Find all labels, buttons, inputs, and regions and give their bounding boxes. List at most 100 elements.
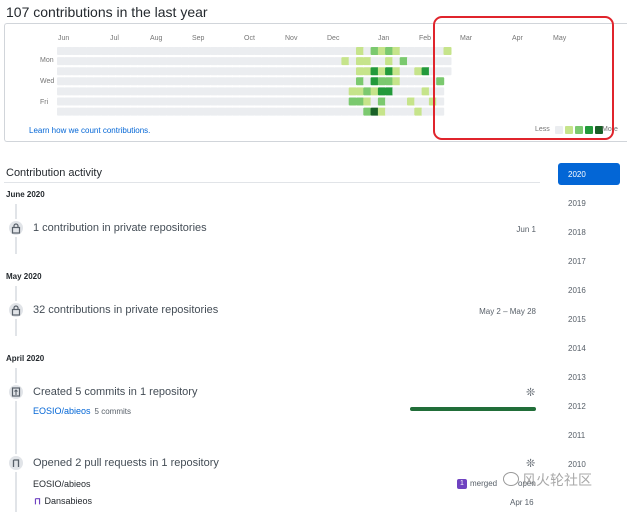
contribution-day[interactable] <box>348 67 357 76</box>
contribution-day[interactable] <box>115 107 124 116</box>
contribution-day[interactable] <box>363 97 372 106</box>
contribution-day[interactable] <box>348 97 357 106</box>
contribution-day[interactable] <box>297 87 306 96</box>
contribution-day[interactable] <box>414 97 423 106</box>
contribution-day[interactable] <box>232 87 240 96</box>
contribution-day[interactable] <box>421 67 430 76</box>
contribution-day[interactable] <box>283 67 292 76</box>
contribution-day[interactable] <box>399 107 408 116</box>
contribution-day[interactable] <box>64 77 73 86</box>
contribution-day[interactable] <box>334 87 343 96</box>
contribution-day[interactable] <box>108 97 116 106</box>
contribution-day[interactable] <box>421 47 430 55</box>
contribution-day[interactable] <box>232 107 240 116</box>
contribution-day[interactable] <box>71 47 80 55</box>
contribution-day[interactable] <box>319 107 328 116</box>
contribution-day[interactable] <box>290 77 299 86</box>
contribution-day[interactable] <box>275 47 284 55</box>
contribution-day[interactable] <box>261 47 270 55</box>
contribution-day[interactable] <box>144 57 153 66</box>
contribution-day[interactable] <box>239 47 248 55</box>
contribution-day[interactable] <box>356 57 364 66</box>
contribution-day[interactable] <box>57 97 65 106</box>
contribution-day[interactable] <box>210 87 219 96</box>
contribution-day[interactable] <box>356 77 364 86</box>
contribution-day[interactable] <box>144 47 153 55</box>
contribution-day[interactable] <box>78 87 87 96</box>
contribution-day[interactable] <box>297 107 306 116</box>
contribution-day[interactable] <box>100 47 109 55</box>
contribution-day[interactable] <box>341 97 350 106</box>
contribution-day[interactable] <box>253 87 262 96</box>
contribution-day[interactable] <box>129 67 138 76</box>
contribution-day[interactable] <box>64 57 73 66</box>
contribution-day[interactable] <box>57 57 65 66</box>
contribution-day[interactable] <box>71 87 80 96</box>
contribution-day[interactable] <box>100 87 109 96</box>
contribution-day[interactable] <box>407 47 415 55</box>
contribution-day[interactable] <box>414 87 423 96</box>
contribution-day[interactable] <box>188 67 197 76</box>
contribution-day[interactable] <box>232 47 240 55</box>
contribution-day[interactable] <box>195 57 204 66</box>
contribution-day[interactable] <box>115 47 124 55</box>
contribution-day[interactable] <box>312 67 321 76</box>
contribution-day[interactable] <box>370 67 379 76</box>
contribution-day[interactable] <box>261 97 270 106</box>
contribution-day[interactable] <box>188 47 197 55</box>
contribution-day[interactable] <box>275 77 284 86</box>
contribution-day[interactable] <box>159 47 168 55</box>
contribution-day[interactable] <box>304 107 313 116</box>
contribution-day[interactable] <box>93 97 102 106</box>
contribution-day[interactable] <box>224 47 233 55</box>
contribution-day[interactable] <box>181 77 189 86</box>
contribution-day[interactable] <box>57 77 65 86</box>
contribution-day[interactable] <box>202 77 211 86</box>
year-2016[interactable]: 2016 <box>558 279 620 301</box>
contribution-day[interactable] <box>407 107 415 116</box>
contribution-day[interactable] <box>326 77 335 86</box>
contribution-day[interactable] <box>275 107 284 116</box>
contribution-day[interactable] <box>392 67 401 76</box>
contribution-day[interactable] <box>173 57 182 66</box>
contribution-day[interactable] <box>86 57 95 66</box>
contribution-day[interactable] <box>202 97 211 106</box>
contribution-day[interactable] <box>232 77 240 86</box>
contribution-day[interactable] <box>159 77 168 86</box>
contribution-day[interactable] <box>210 97 219 106</box>
contribution-day[interactable] <box>377 57 386 66</box>
contribution-day[interactable] <box>137 107 146 116</box>
contribution-day[interactable] <box>100 67 109 76</box>
contribution-day[interactable] <box>334 77 343 86</box>
contribution-day[interactable] <box>239 107 248 116</box>
contribution-day[interactable] <box>137 77 146 86</box>
contribution-day[interactable] <box>151 87 160 96</box>
contribution-day[interactable] <box>224 57 233 66</box>
contribution-day[interactable] <box>312 87 321 96</box>
contribution-day[interactable] <box>159 57 168 66</box>
contribution-day[interactable] <box>210 47 219 55</box>
contribution-day[interactable] <box>151 67 160 76</box>
contribution-day[interactable] <box>210 67 219 76</box>
contribution-day[interactable] <box>356 67 364 76</box>
contribution-day[interactable] <box>151 97 160 106</box>
contribution-day[interactable] <box>392 97 401 106</box>
contribution-day[interactable] <box>421 57 430 66</box>
contribution-day[interactable] <box>268 57 277 66</box>
contribution-day[interactable] <box>78 77 87 86</box>
contribution-day[interactable] <box>326 57 335 66</box>
contribution-day[interactable] <box>71 67 80 76</box>
contribution-day[interactable] <box>304 67 313 76</box>
contribution-day[interactable] <box>137 57 146 66</box>
contribution-day[interactable] <box>195 87 204 96</box>
contribution-day[interactable] <box>319 57 328 66</box>
contribution-day[interactable] <box>304 47 313 55</box>
contribution-day[interactable] <box>253 107 262 116</box>
contribution-day[interactable] <box>100 97 109 106</box>
contribution-day[interactable] <box>370 77 379 86</box>
contribution-day[interactable] <box>108 67 116 76</box>
contribution-day[interactable] <box>326 67 335 76</box>
pr-author[interactable]: Dansabieos <box>33 496 92 506</box>
contribution-day[interactable] <box>377 97 386 106</box>
contribution-day[interactable] <box>78 97 87 106</box>
